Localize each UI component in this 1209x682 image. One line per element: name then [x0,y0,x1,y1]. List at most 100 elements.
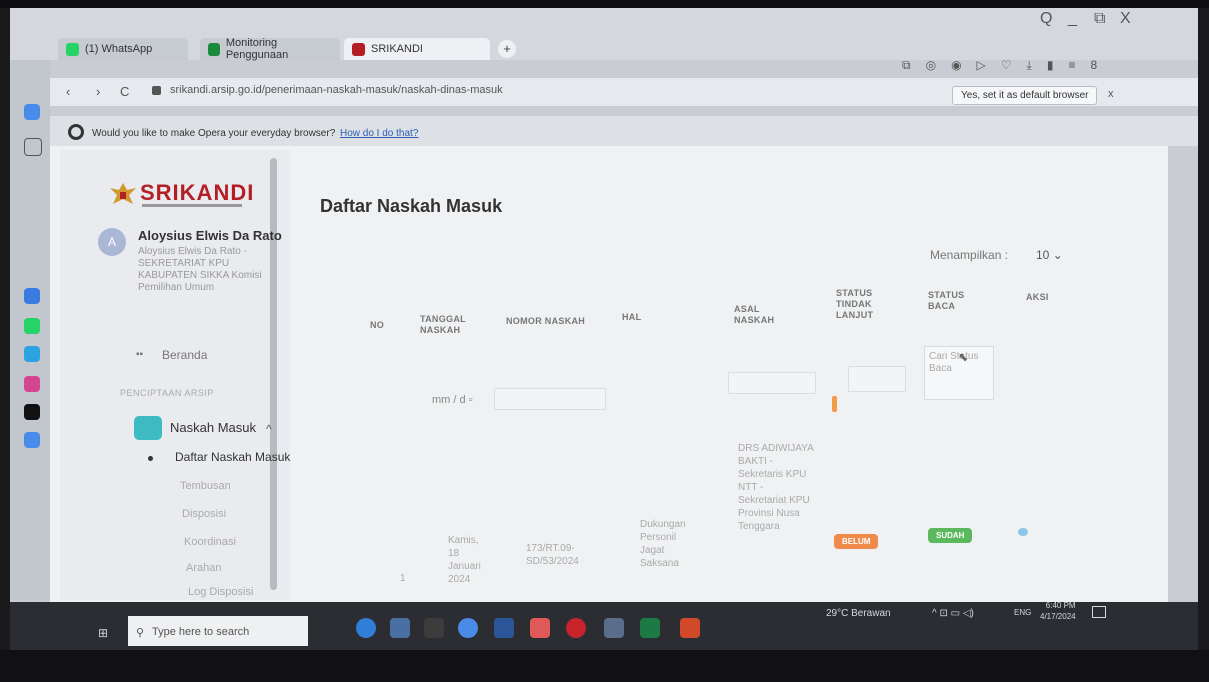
infobar-link[interactable]: How do I do that? [340,128,418,139]
row-nomor: 173/RT.09-SD/53/2024 [526,543,579,567]
close-window-button[interactable]: X [1120,10,1131,28]
sidebar-item-naskah-masuk[interactable]: Naskah Masuk [170,420,256,435]
tindak-lanjut-filter-select[interactable] [848,366,906,392]
sidebar-item-koordinasi[interactable]: Koordinasi [184,536,236,548]
back-button[interactable]: ‹ [66,84,70,99]
minimize-button[interactable]: _ [1068,10,1077,28]
sidebar-section-penciptaan-arsip: PENCIPTAAN ARSIP [120,388,214,398]
system-tray-icons[interactable]: ^ ⊡ ▭ ◁) [932,608,974,619]
menu-icon[interactable]: ≡ [1068,58,1075,73]
row-hal: Dukungan Personil Jagat Saksana [640,519,686,569]
windows-start-icon[interactable]: ⊞ [98,626,108,640]
home-icon[interactable] [24,104,40,120]
file-explorer-icon[interactable] [390,618,410,638]
clock[interactable]: 6:40 PM 4/17/2024 [1040,600,1076,622]
extensions-toolbar: ⧉ ◎ ◉ ▷ ♡ ⤓ ▮ ≡ 8 [902,58,1097,73]
monitor-bezel-top [0,0,1209,8]
profile-icon[interactable]: 8 [1090,58,1097,73]
taskbar-search-placeholder: Type here to search [152,626,250,638]
excel-icon[interactable] [640,618,660,638]
avatar[interactable]: A [98,228,126,256]
powerpoint-icon[interactable] [680,618,700,638]
sidebar-scrollbar[interactable] [270,158,277,590]
opera-taskbar-icon[interactable] [566,618,586,638]
opera-o-icon [68,124,84,140]
current-bullet-icon [148,456,153,461]
calendar-icon: ▫ [468,394,473,406]
app-icon[interactable] [424,618,444,638]
clock-date: 4/17/2024 [1040,612,1076,621]
asal-filter-input[interactable] [728,372,816,394]
chevron-up-icon[interactable]: ^ [266,422,272,436]
monitor-bezel-bottom [0,650,1209,682]
logo-tagline [142,204,242,207]
date-filter-value: mm / d [432,394,466,406]
whatsapp-icon [66,42,79,56]
app-red-icon[interactable] [530,618,550,638]
col-header-aksi: AKSI [1026,292,1049,302]
view-eye-icon[interactable] [1018,528,1028,536]
show-count-select[interactable]: 10 ⌄ [1036,248,1063,262]
mouse-cursor-icon: ⬉ [958,350,969,364]
heart-icon[interactable]: ♡ [1001,58,1012,73]
download-icon[interactable]: ⤓ [1027,58,1032,73]
date-filter-input[interactable]: mm / d ▫ [432,394,473,406]
sidebar-item-beranda[interactable]: Beranda [162,348,207,362]
weather-widget[interactable]: 29°C Berawan [826,608,891,619]
whatsapp-sidebar-icon[interactable] [24,318,40,334]
lock-icon [152,86,161,95]
chevron-down-icon: ⌄ [1052,248,1063,262]
instagram-icon[interactable] [24,376,40,392]
sidebar-item-disposisi[interactable]: Disposisi [182,508,226,520]
reload-button[interactable]: C [120,84,129,99]
sidebar-item-tembusan[interactable]: Tembusan [180,480,231,492]
app-logo-text: SRIKANDI [140,180,255,205]
col-header-hal: HAL [622,312,642,322]
col-header-status-baca: STATUS BACA [928,290,965,311]
sidebar-item-daftar-naskah-masuk[interactable]: Daftar Naskah Masuk [175,450,290,464]
x-icon[interactable] [24,404,40,420]
player-icon[interactable] [24,432,40,448]
tab-label: Monitoring Penggunaan [225,37,289,61]
restore-button[interactable]: ⧉ [1094,10,1105,28]
zoom-icon[interactable] [458,618,478,638]
sidebar-item-log-disposisi[interactable]: Log Disposisi [188,586,253,598]
new-tab-button[interactable]: + [498,40,516,58]
camera-icon[interactable]: ◎ [926,58,936,73]
tab-label: (1) WhatsApp [85,43,153,55]
row-tanggal: Kamis, 18 Januari 2024 [448,535,481,585]
nomor-filter-input[interactable] [494,388,606,410]
show-count-label: Menampilkan : [930,248,1009,262]
search-tabs-icon[interactable]: Q [1040,10,1052,28]
bookmark-icon[interactable] [24,138,42,156]
close-infobar-icon[interactable]: x [1108,88,1114,100]
sidebar-item-arahan[interactable]: Arahan [186,562,221,574]
col-header-no: NO [370,320,385,330]
tab-monitoring[interactable]: Monitoring Penggunaan [200,37,340,61]
tab-srikandi[interactable]: SRIKANDI [344,38,490,60]
language-indicator[interactable]: ENG [1014,608,1031,617]
col-header-tindak-lanjut: STATUS TINDAK LANJUT [836,288,874,320]
battery-icon[interactable]: ▮ [1047,58,1054,73]
tindak-lanjut-filter-toggle[interactable] [832,396,837,412]
page-title: Daftar Naskah Masuk [320,196,503,216]
col-header-nomor: NOMOR NASKAH [506,316,586,326]
telegram-icon[interactable] [24,346,40,362]
tab-whatsapp[interactable]: (1) WhatsApp [58,38,188,60]
messenger-icon[interactable] [24,288,40,304]
forward-button[interactable]: › [96,84,100,99]
row-asal: DRS ADIWIJAYA BAKTI - Sekretaris KPU NTT… [738,443,814,532]
col-header-tanggal: TANGGAL NASKAH [420,314,466,335]
snapshot-icon[interactable]: ⧉ [902,58,911,73]
word-icon[interactable] [494,618,514,638]
user-meta: Aloysius Elwis Da Rato - SEKRETARIAT KPU… [138,246,262,293]
set-default-browser-button[interactable]: Yes, set it as default browser [952,86,1098,105]
vpn-icon[interactable]: ◉ [951,58,961,73]
grid-icon: ▪▪ [136,349,144,360]
play-icon[interactable]: ▷ [977,58,986,73]
edge-icon[interactable] [356,618,376,638]
url-field[interactable]: srikandi.arsip.go.id/penerimaan-naskah-m… [170,84,503,96]
notification-icon[interactable] [1092,606,1106,618]
srikandi-icon [352,42,365,56]
explorer-icon[interactable] [604,618,624,638]
